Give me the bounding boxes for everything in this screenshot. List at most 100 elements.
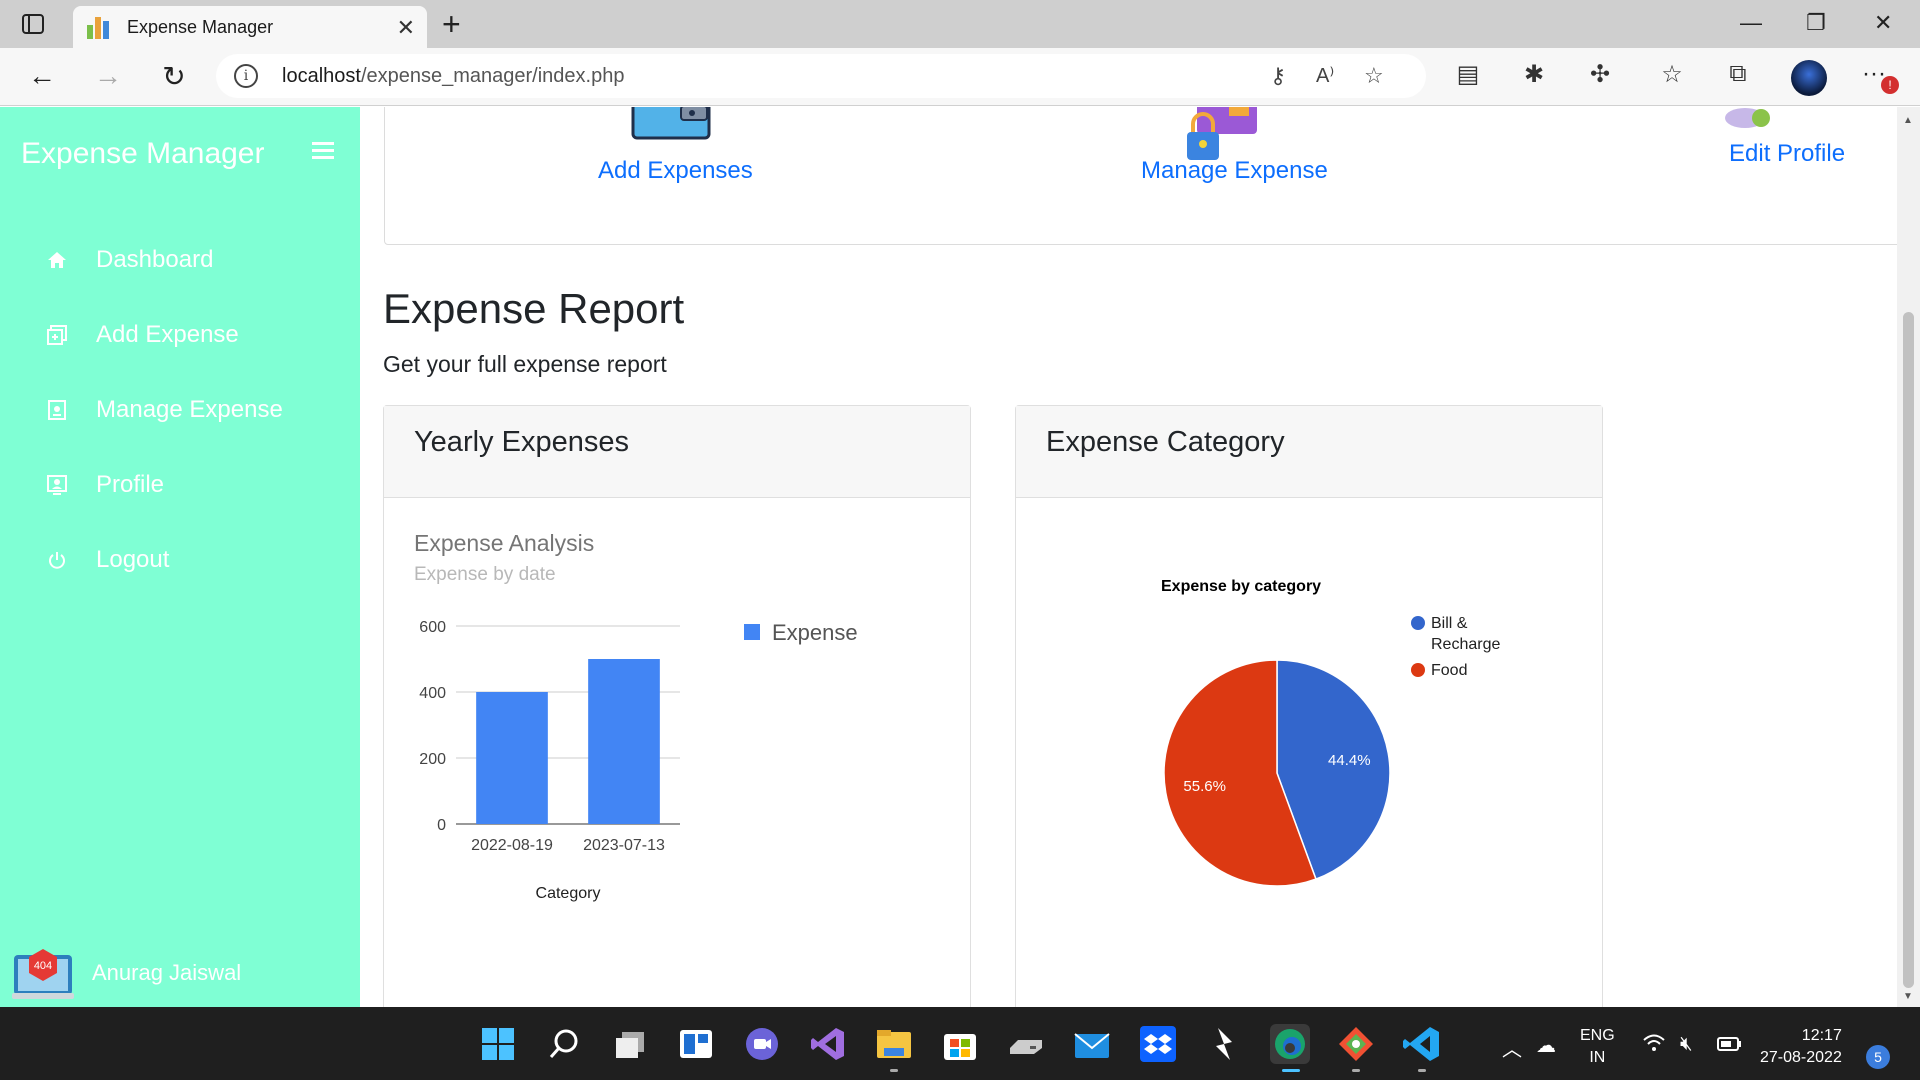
- show-hidden-icons-icon[interactable]: ︿: [1502, 1033, 1522, 1062]
- menu-alert-badge: !: [1881, 76, 1899, 94]
- sidebar-item-label: Dashboard: [96, 246, 214, 273]
- chart-title: Expense Analysis: [414, 530, 595, 556]
- extensions-icon[interactable]: ✣: [1584, 60, 1616, 89]
- tab-title: Expense Manager: [127, 16, 274, 37]
- add-favorite-icon[interactable]: ☆: [1364, 63, 1384, 89]
- back-icon[interactable]: ←: [24, 60, 60, 92]
- language-indicator[interactable]: ENG IN: [1580, 1025, 1615, 1069]
- favorites-icon[interactable]: ☆: [1656, 60, 1688, 89]
- scroll-up-arrow-icon[interactable]: ▲: [1903, 115, 1913, 126]
- pie-data-label: 55.6%: [1183, 778, 1226, 795]
- manage-expense-link[interactable]: Manage Expense: [1141, 157, 1328, 185]
- legend-label: Food: [1431, 662, 1467, 679]
- legend-swatch: [1411, 663, 1425, 677]
- bar-chart: 0 200 400 600 2022-08-19 2023-07-13 Category Ex…: [419, 619, 857, 902]
- store-icon[interactable]: [940, 1024, 980, 1064]
- scroll-down-arrow-icon[interactable]: ▼: [1903, 991, 1913, 1002]
- add-expenses-link[interactable]: Add Expenses: [598, 157, 753, 185]
- scroll-thumb[interactable]: [1903, 312, 1914, 988]
- key-icon[interactable]: ⚷: [1270, 63, 1286, 89]
- sidebar-item-logout[interactable]: Logout: [46, 546, 169, 574]
- manage-expense-icon: [46, 399, 68, 421]
- expense-category-card: Expense Category Expense by category 44.4…: [1015, 405, 1603, 1007]
- edit-profile-link[interactable]: Edit Profile: [1729, 140, 1845, 168]
- tab-close-icon[interactable]: ✕: [397, 15, 415, 41]
- forward-icon[interactable]: →: [90, 60, 126, 92]
- tab-collections-icon[interactable]: ⧉: [1722, 60, 1754, 88]
- browser-toolbar: ← → ↻ i localhost/expense_manager/index.…: [0, 48, 1920, 106]
- chat-icon[interactable]: [742, 1024, 782, 1064]
- svg-text:404: 404: [34, 960, 52, 972]
- running-indicator: [890, 1069, 898, 1072]
- task-view-icon[interactable]: [610, 1024, 650, 1064]
- sidebar-item-add-expense[interactable]: Add Expense: [46, 321, 239, 349]
- notification-badge[interactable]: 5: [1866, 1045, 1890, 1069]
- drive-icon[interactable]: [1006, 1024, 1046, 1064]
- site-info-icon[interactable]: i: [234, 64, 258, 88]
- restore-icon[interactable]: ❐: [1806, 10, 1826, 36]
- sidebar-username: Anurag Jaiswal: [92, 960, 242, 985]
- search-icon[interactable]: [544, 1024, 584, 1064]
- sidebar-item-label: Logout: [96, 546, 170, 573]
- bug-icon[interactable]: ✱: [1518, 60, 1550, 89]
- git-client-icon[interactable]: [1336, 1024, 1376, 1064]
- sidebar-brand[interactable]: Expense Manager: [21, 137, 265, 171]
- sidebar-item-manage-expense[interactable]: Manage Expense: [46, 396, 283, 424]
- bar: [588, 659, 660, 824]
- y-tick-label: 400: [419, 685, 446, 702]
- main-content: Add Expenses Manage Expense Edit Profile…: [360, 107, 1897, 1007]
- sidebar-item-label: Profile: [96, 471, 165, 498]
- read-aloud-icon[interactable]: A⁾: [1316, 63, 1334, 88]
- legend-label: Bill & Recharge: [1431, 615, 1500, 653]
- tab-actions-icon[interactable]: [18, 10, 48, 38]
- collections-icon[interactable]: ▤: [1452, 60, 1484, 89]
- wallet-icon: [631, 107, 711, 140]
- pie-data-label: 44.4%: [1328, 752, 1371, 769]
- battery-icon[interactable]: [1716, 1033, 1742, 1059]
- pie-title: Expense by category: [1161, 578, 1321, 595]
- chart-subtitle: Expense by date: [414, 564, 556, 585]
- browser-profile-avatar[interactable]: [1791, 60, 1827, 96]
- profile-icon: [46, 474, 68, 496]
- mail-icon[interactable]: [1072, 1024, 1112, 1064]
- browser-tab-bar: Expense Manager ✕ + — ❐ ✕: [0, 0, 1920, 48]
- home-icon: [46, 249, 68, 271]
- sidebar-item-label: Manage Expense: [96, 396, 283, 423]
- wifi-icon[interactable]: [1642, 1033, 1666, 1059]
- legend-swatch: [744, 624, 760, 640]
- new-tab-button[interactable]: +: [442, 6, 461, 43]
- minimize-icon[interactable]: —: [1740, 10, 1762, 36]
- address-bar[interactable]: i localhost/expense_manager/index.php ⚷ …: [216, 54, 1426, 98]
- card-header: Yearly Expenses: [384, 406, 970, 498]
- file-explorer-icon[interactable]: [874, 1024, 914, 1064]
- page-scrollbar[interactable]: ▲ ▼: [1897, 107, 1920, 1007]
- terminal-app-icon[interactable]: [1204, 1024, 1244, 1064]
- onedrive-icon[interactable]: ☁: [1536, 1033, 1556, 1058]
- locked-wallet-icon: [1187, 107, 1257, 160]
- bar: [476, 692, 548, 824]
- pie-chart: Expense by category 44.4% 55.6% Bill & Recha…: [1161, 578, 1500, 887]
- widgets-icon[interactable]: [676, 1024, 716, 1064]
- x-tick-label: 2023-07-13: [583, 837, 665, 854]
- vscode-icon[interactable]: [1402, 1024, 1442, 1064]
- volume-muted-icon[interactable]: 🔇︎: [1680, 1033, 1693, 1056]
- refresh-icon[interactable]: ↻: [156, 60, 192, 93]
- sidebar-user[interactable]: 404 Anurag Jaiswal: [12, 945, 241, 1001]
- app-favicon-icon: [87, 15, 111, 39]
- y-tick-label: 0: [437, 817, 446, 834]
- sidebar-item-profile[interactable]: Profile: [46, 471, 164, 499]
- hamburger-menu-icon[interactable]: [312, 142, 334, 163]
- sidebar-item-dashboard[interactable]: Dashboard: [46, 246, 213, 274]
- url-text[interactable]: localhost/expense_manager/index.php: [282, 65, 624, 88]
- running-indicator: [1352, 1069, 1360, 1072]
- system-clock[interactable]: 12:17 27-08-2022: [1760, 1025, 1842, 1069]
- page-title: Expense Report: [383, 285, 685, 332]
- sidebar: Expense Manager Dashboard Add Expense Ma…: [0, 107, 360, 1007]
- start-icon[interactable]: [478, 1024, 518, 1064]
- card-header: Expense Category: [1016, 406, 1602, 498]
- edge-browser-icon[interactable]: [1270, 1024, 1310, 1064]
- browser-tab[interactable]: Expense Manager ✕: [73, 6, 427, 48]
- dropbox-icon[interactable]: [1138, 1024, 1178, 1064]
- close-window-icon[interactable]: ✕: [1874, 10, 1892, 36]
- visual-studio-icon[interactable]: [808, 1024, 848, 1064]
